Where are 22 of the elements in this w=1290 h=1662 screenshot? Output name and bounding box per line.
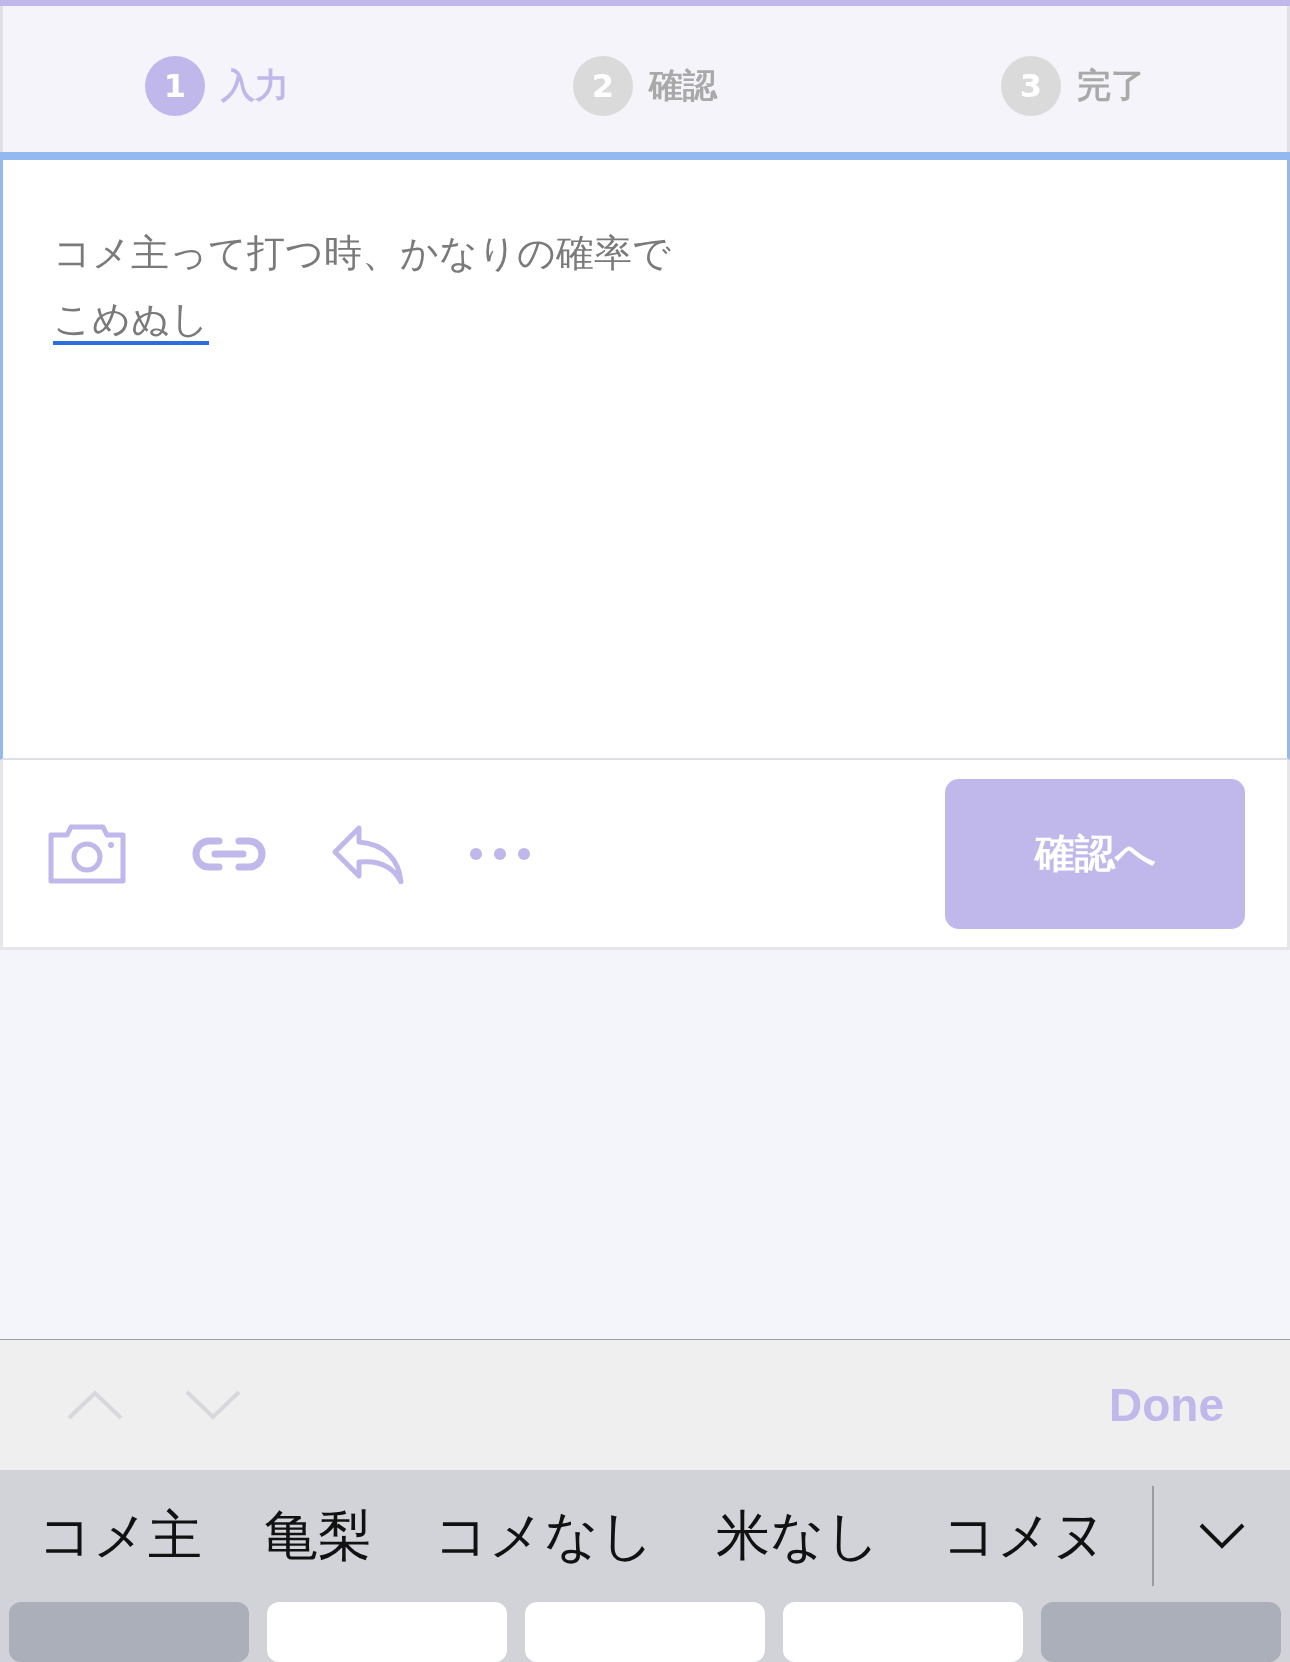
more-icon[interactable] <box>469 846 531 861</box>
reply-icon[interactable] <box>331 823 405 884</box>
typed-text: こめぬし <box>53 297 209 345</box>
step-number: 1 <box>145 56 205 116</box>
candidate-word[interactable]: コメ主 <box>38 1499 202 1573</box>
keyboard-key[interactable] <box>783 1602 1023 1662</box>
link-icon[interactable] <box>191 835 267 872</box>
step-label: 確認 <box>649 64 717 107</box>
camera-icon[interactable] <box>47 822 127 885</box>
keyboard-key[interactable] <box>1041 1602 1281 1662</box>
step-label: 入力 <box>221 64 289 107</box>
text-area[interactable]: コメ主って打つ時、かなりの確率で こめぬし <box>0 152 1290 760</box>
step-label: 完了 <box>1077 64 1145 107</box>
candidate-word[interactable]: 亀梨 <box>264 1499 372 1573</box>
keyboard-key[interactable] <box>525 1602 765 1662</box>
keyboard-key[interactable] <box>267 1602 507 1662</box>
candidate-word[interactable]: 米なし <box>716 1499 880 1573</box>
candidate-word[interactable]: コメなし <box>434 1499 654 1573</box>
chevron-down-icon[interactable] <box>1198 1522 1246 1550</box>
candidate-word[interactable]: コメヌ <box>942 1499 1107 1573</box>
keyboard-key[interactable] <box>9 1602 249 1662</box>
typed-text: コメ主って打つ時、かなりの確率で <box>53 231 671 275</box>
